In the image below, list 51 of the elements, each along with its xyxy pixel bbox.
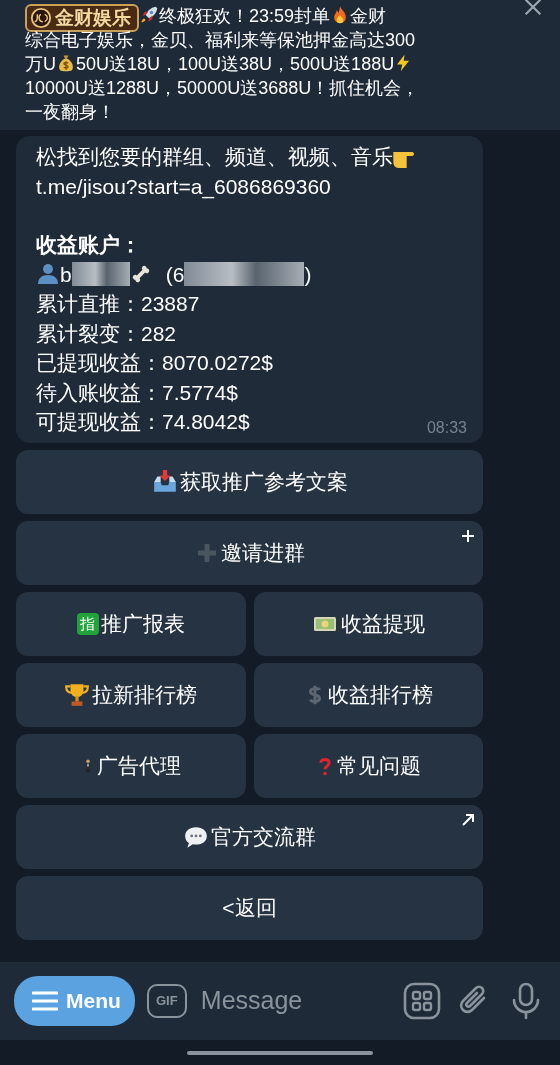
keyboard-button[interactable]: 获取推广参考文案 [16, 449, 483, 514]
banner-text: 终极狂欢！23:59封单 [159, 6, 331, 26]
badge: 指 [76, 612, 99, 635]
button-label: <返回 [222, 894, 277, 921]
keyboard-button[interactable]: 广告代理 [16, 733, 246, 798]
button-label: 官方交流群 [211, 823, 316, 850]
button-label: 邀请进群 [220, 539, 305, 566]
button-label: 收益提现 [341, 610, 426, 637]
banner-text: 综合电子娱乐，金贝、福利来等保池押金高达300 [25, 30, 416, 50]
stat-text: 已提现收益：8070.0272$ [36, 350, 273, 376]
keyboard-button[interactable]: 常见问题 [253, 733, 483, 798]
keyboard-button[interactable]: 指 推广报表 [16, 591, 246, 656]
keyboard-button[interactable]: <返回 [16, 875, 483, 940]
button-label: 收益排行榜 [327, 681, 433, 708]
user-id: (6 [165, 262, 185, 286]
keyboard-button[interactable]: 收益提现 [253, 591, 483, 656]
menu-icon [32, 990, 58, 1012]
message-field[interactable]: Message [198, 981, 390, 1021]
button-label: 推广报表 [100, 610, 185, 637]
button-label: 常见问题 [337, 752, 422, 779]
keyboard-button[interactable]: 拉新排行榜 [16, 662, 246, 727]
user-name: b [60, 262, 72, 286]
stat-text: 待入账收益：7.5774$ [36, 379, 238, 406]
banner-text: 10000U送1288U，50000U送3688U！抓住机会， [25, 78, 420, 98]
button-label: 广告代理 [96, 752, 181, 779]
banner-text: 一夜翻身！ [25, 102, 115, 122]
pinned-banner[interactable]: 金财娱乐 终极狂欢！23:59封单 金财 综合电子娱乐，金贝、福利来等保池押金高达300 万U 50U送18U，100U送38U，500U送188U 10000U送1288U，50000U送3688U！抓住机会， 一夜翻身！ [0, 0, 560, 130]
pointing-hand-icon [393, 152, 415, 168]
button-label: 获取推广参考文案 [179, 468, 348, 495]
message-text: 松找到您要的群组、频道、视频、音乐 [36, 145, 393, 168]
keyboard-button[interactable]: 官方交流群 [16, 804, 483, 869]
logo-emblem-icon [30, 7, 52, 29]
banner-text: 万U [25, 54, 56, 74]
banner-text: 金财 [350, 6, 387, 26]
user-id: ) [304, 262, 312, 286]
logo-text: 金财娱乐 [55, 6, 131, 30]
stat-text: 累计裂变：282 [36, 320, 177, 347]
button-label: 拉新排行榜 [92, 681, 198, 708]
banner-text: 50U送18U，100U送38U，500U送188U [76, 54, 395, 74]
redacted-area [71, 261, 130, 286]
gif-button[interactable]: GIF [146, 984, 187, 1018]
rocket-icon [139, 4, 159, 26]
link-text: t.me/jisou?start=a_6086869360 [36, 174, 331, 198]
account-title: 收益账户： [36, 233, 141, 256]
message-time: 08:33 [426, 418, 467, 437]
inbox-tray-icon [151, 468, 178, 495]
stat-text: 可提现收益：74.8042$ [36, 409, 250, 435]
sticker-grid-button[interactable] [402, 981, 442, 1021]
keyboard-button[interactable]: 收益排行榜 [253, 662, 483, 727]
keyboard-button[interactable]: 邀请进群 [16, 520, 483, 585]
stat-text: 累计直推：23887 [36, 291, 200, 317]
